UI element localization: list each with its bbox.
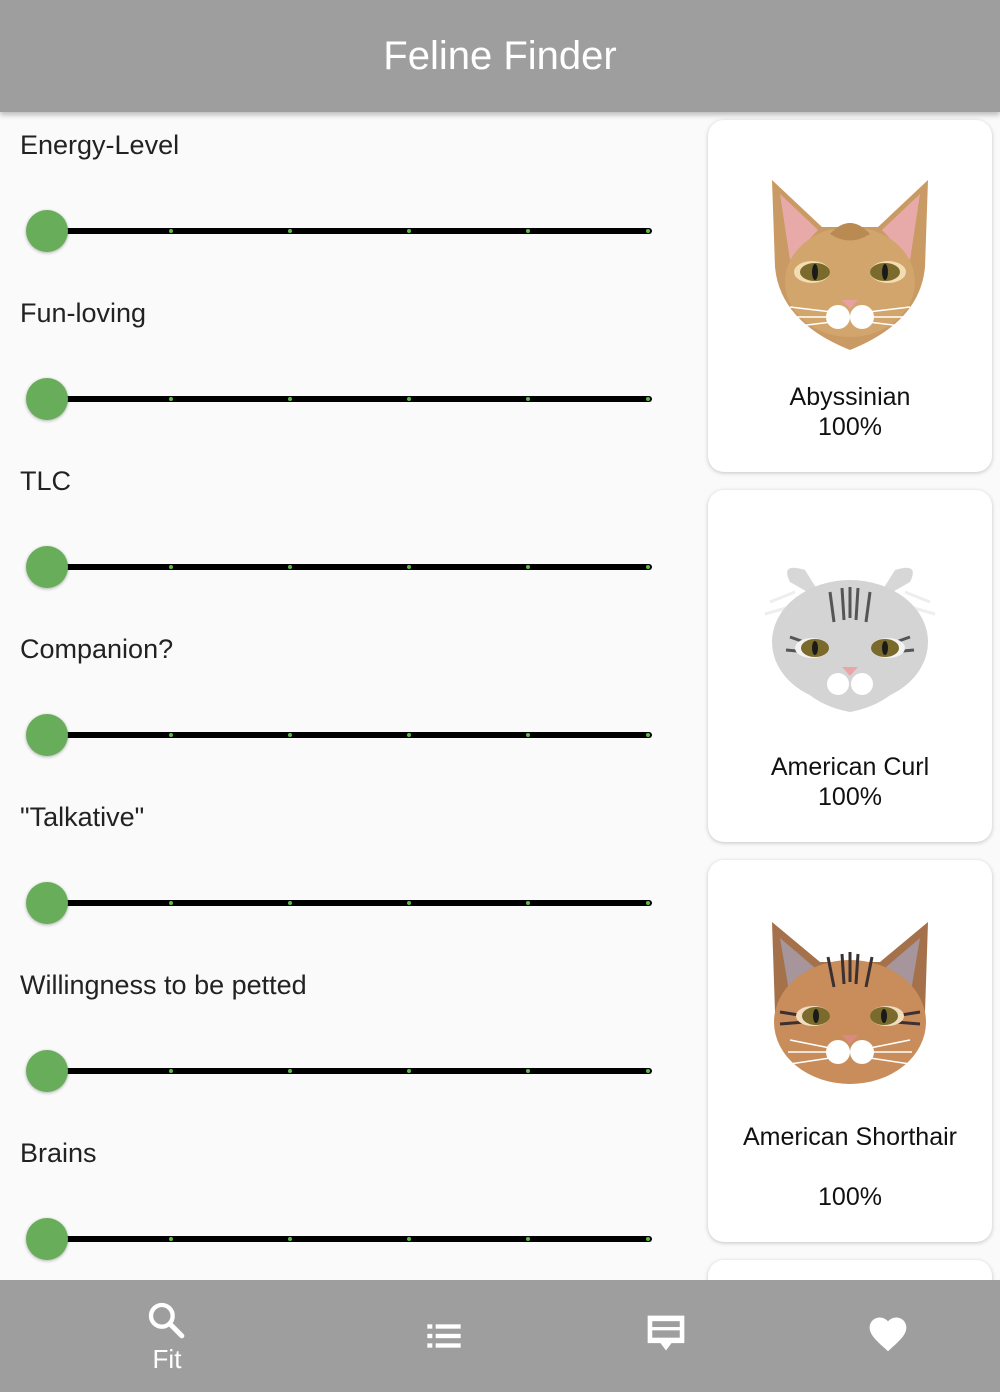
slider-track[interactable] — [46, 396, 652, 402]
slider-track[interactable] — [46, 228, 652, 234]
slider-tick — [646, 1069, 650, 1073]
match-percentage: 100% — [818, 1183, 882, 1211]
slider-row-energy-level: Energy-Level — [0, 112, 690, 280]
slider-tick — [407, 397, 411, 401]
slider-tick — [407, 733, 411, 737]
slider-thumb[interactable] — [26, 210, 68, 252]
slider-tick — [526, 1069, 530, 1073]
slider-label: Brains — [20, 1138, 97, 1168]
slider-track[interactable] — [46, 1068, 652, 1074]
slider-row-willingness-to-be-petted: Willingness to be petted — [0, 952, 690, 1120]
slider-row-talkative: "Talkative" — [0, 784, 690, 952]
slider-thumb[interactable] — [26, 1050, 68, 1092]
slider-tick — [169, 229, 173, 233]
slider-label: "Talkative" — [20, 802, 145, 832]
nav-fit-label: Fit — [152, 1344, 182, 1374]
chat-icon — [647, 1315, 685, 1351]
app-title: Feline Finder — [383, 33, 617, 78]
slider-row-brains: Brains — [0, 1120, 690, 1280]
slider-thumb[interactable] — [26, 378, 68, 420]
app-bar: Feline Finder — [0, 0, 1000, 112]
slider-tick — [646, 733, 650, 737]
nav-list[interactable] — [320, 1280, 570, 1392]
slider-tick — [288, 397, 292, 401]
slider-tick — [646, 565, 650, 569]
slider-tick — [646, 397, 650, 401]
breed-name: American Shorthair — [743, 1123, 957, 1151]
slider-thumb[interactable] — [26, 1218, 68, 1260]
bottom-navigation: Fit — [0, 1280, 1000, 1392]
slider-tick — [288, 1069, 292, 1073]
slider-tick — [526, 229, 530, 233]
nav-fit[interactable]: Fit — [42, 1280, 292, 1392]
breed-results-list: Abyssinian 100% American Curl 100% Ameri… — [700, 112, 1000, 1280]
slider-tick — [407, 901, 411, 905]
slider-label: TLC — [20, 466, 72, 496]
slider-row-companion: Companion? — [0, 616, 690, 784]
slider-tick — [407, 229, 411, 233]
slider-tick — [646, 229, 650, 233]
slider-label: Companion? — [20, 634, 174, 664]
slider-tick — [288, 1237, 292, 1241]
slider-row-fun-loving: Fun-loving — [0, 280, 690, 448]
slider-tick — [169, 1237, 173, 1241]
search-icon — [148, 1302, 185, 1339]
heart-icon — [869, 1317, 907, 1352]
slider-tick — [526, 733, 530, 737]
american-shorthair-cat-image — [772, 922, 928, 1084]
breed-card-american-shorthair[interactable]: American Shorthair 100% — [708, 860, 992, 1242]
slider-thumb[interactable] — [26, 714, 68, 756]
slider-tick — [169, 901, 173, 905]
breed-name: Abyssinian — [789, 383, 911, 411]
slider-track[interactable] — [46, 900, 652, 906]
slider-tick — [288, 901, 292, 905]
slider-track[interactable] — [46, 1236, 652, 1242]
slider-thumb[interactable] — [26, 546, 68, 588]
list-icon — [427, 1324, 461, 1348]
preference-sliders: Energy-Level Fun-loving TLC Companion? "… — [0, 112, 690, 1280]
slider-tick — [288, 565, 292, 569]
slider-tick — [169, 565, 173, 569]
slider-thumb[interactable] — [26, 882, 68, 924]
slider-tick — [526, 565, 530, 569]
breed-card-american-curl[interactable]: American Curl 100% — [708, 490, 992, 842]
slider-tick — [169, 733, 173, 737]
slider-tick — [646, 1237, 650, 1241]
slider-track[interactable] — [46, 732, 652, 738]
nav-favorites[interactable] — [764, 1280, 1000, 1392]
slider-tick — [169, 397, 173, 401]
breed-card-abyssinian[interactable]: Abyssinian 100% — [708, 120, 992, 472]
slider-tick — [526, 397, 530, 401]
slider-row-tlc: TLC — [0, 448, 690, 616]
slider-tick — [526, 1237, 530, 1241]
nav-chat[interactable] — [542, 1280, 792, 1392]
breed-card-next[interactable] — [708, 1260, 992, 1280]
slider-tick — [407, 565, 411, 569]
slider-track[interactable] — [46, 564, 652, 570]
american-curl-cat-image — [764, 567, 936, 712]
slider-label: Fun-loving — [20, 298, 147, 328]
match-percentage: 100% — [818, 413, 882, 441]
slider-tick — [407, 1237, 411, 1241]
slider-tick — [288, 733, 292, 737]
slider-label: Willingness to be petted — [20, 970, 307, 1000]
slider-tick — [169, 1069, 173, 1073]
abyssinian-cat-image — [772, 180, 928, 350]
slider-tick — [526, 901, 530, 905]
slider-tick — [407, 1069, 411, 1073]
slider-tick — [646, 901, 650, 905]
breed-name: American Curl — [770, 753, 930, 781]
slider-label: Energy-Level — [20, 130, 180, 160]
slider-tick — [288, 229, 292, 233]
match-percentage: 100% — [818, 783, 882, 811]
